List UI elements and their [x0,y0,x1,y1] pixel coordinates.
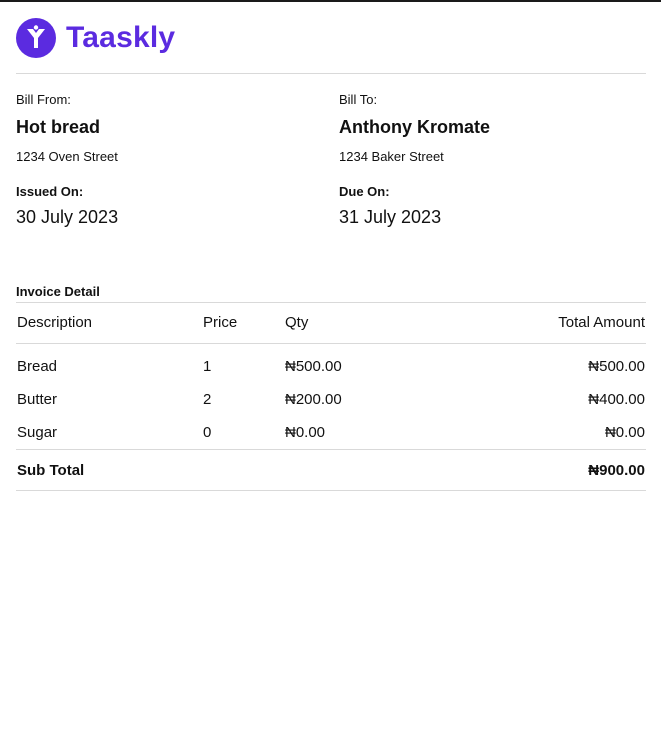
header-divider [16,73,646,74]
row-qty: ₦200.00 [285,391,342,408]
row-description: Sugar [17,424,58,441]
col-header-description: Description [16,302,202,344]
issued-date: 30 July 2023 [16,207,119,227]
row-price: 0 [203,424,212,441]
subtotal-row: Sub Total ₦900.00 [16,449,646,491]
issued-block: Issued On: 30 July 2023 [16,184,316,228]
bill-from-name: Hot bread [16,117,101,137]
due-block: Due On: 31 July 2023 [339,184,639,228]
bill-to-address: 1234 Baker Street [339,149,444,164]
col-header-qty: Qty [284,302,484,344]
table-row: Sugar 0 ₦0.00 ₦0.00 [16,416,646,450]
bill-to-block: Bill To: Anthony Kromate 1234 Baker Stre… [339,92,639,164]
invoice-table: Description Price Qty Total Amount Bread… [16,302,646,491]
row-description: Bread [17,358,58,375]
top-border [0,0,661,2]
brand-name: Taaskly [66,21,176,54]
subtotal-value: ₦900.00 [484,449,646,491]
row-total: ₦0.00 [604,424,645,441]
bill-from-block: Bill From: Hot bread 1234 Oven Street [16,92,316,164]
row-total: ₦500.00 [588,358,645,375]
issued-label: Issued On: [16,184,84,199]
col-header-price: Price [202,302,284,344]
bill-from-label: Bill From: [16,92,71,107]
bill-to-name: Anthony Kromate [339,117,491,137]
col-header-total: Total Amount [484,302,646,344]
taaskly-logo-icon [16,18,56,58]
row-total: ₦400.00 [588,391,645,408]
due-label: Due On: [339,184,390,199]
invoice-detail-title: Invoice Detail [16,284,100,299]
brand-header: Taaskly [16,18,175,58]
row-price: 2 [203,391,212,408]
subtotal-label: Sub Total [16,449,202,491]
row-qty: ₦0.00 [285,424,326,441]
table-header-row: Description Price Qty Total Amount [16,302,646,344]
row-description: Butter [17,391,58,408]
row-qty: ₦500.00 [285,358,342,375]
table-row: Bread 1 ₦500.00 ₦500.00 [16,344,646,384]
due-date: 31 July 2023 [339,207,442,227]
bill-from-address: 1234 Oven Street [16,149,118,164]
row-price: 1 [203,358,212,375]
bill-to-label: Bill To: [339,92,378,107]
table-row: Butter 2 ₦200.00 ₦400.00 [16,383,646,416]
